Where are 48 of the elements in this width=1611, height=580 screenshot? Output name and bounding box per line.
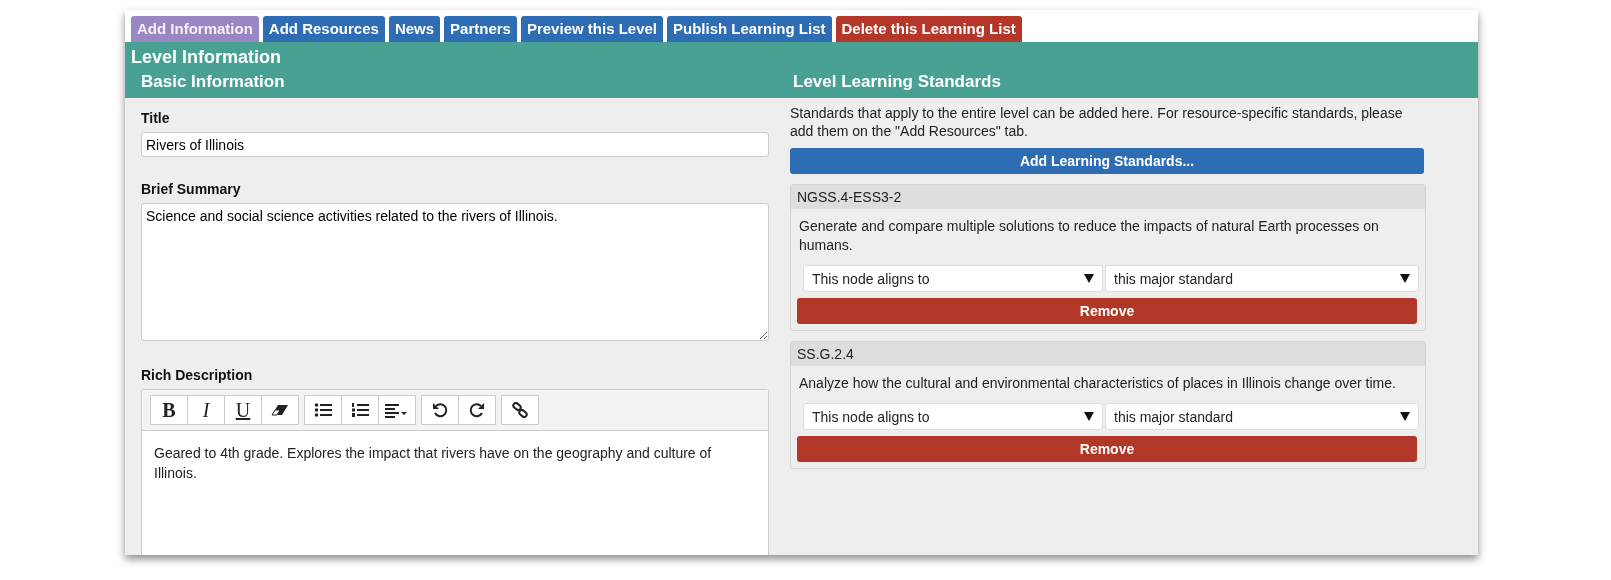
tab[interactable]: News (388, 16, 441, 42)
bullet-list-icon (314, 402, 332, 418)
tab[interactable]: Delete this Learning List (835, 16, 1022, 42)
redo-button[interactable] (458, 395, 496, 425)
redo-icon (468, 402, 486, 418)
field-label: Title (141, 110, 171, 126)
standard-description: Generate and compare multiple solutions to reduce the impacts of natural Earth processes on humans. (798, 217, 1380, 255)
panel-title: Level Information (130, 46, 283, 69)
scope-dropdown[interactable]: this major standard (1105, 403, 1419, 430)
caret-icon (1084, 274, 1094, 283)
standard-description: Analyze how the cultural and environmental characteristics of places in Illinois change over time. (798, 374, 1397, 393)
standard-code: NGSS.4-ESS3-2 (791, 185, 1425, 209)
section-heading: Level Learning Standards (792, 72, 1002, 92)
caret-icon (1400, 412, 1410, 421)
italic-button[interactable]: I (187, 395, 225, 425)
tab[interactable]: Partners (444, 16, 517, 42)
undo-button[interactable] (421, 395, 459, 425)
tab[interactable]: Add Resources (262, 16, 385, 42)
field-label: Rich Description (141, 367, 254, 383)
standards-intro: Standards that apply to the entire level can be added here. For resource-specific standards, please add them on the "Add Resources" tab. (790, 104, 1404, 140)
field-label: Brief Summary (141, 181, 242, 197)
bold-button[interactable]: B (150, 395, 188, 425)
remove-button[interactable]: Remove (797, 436, 1417, 462)
caret-icon (1400, 274, 1410, 283)
tab[interactable]: Publish Learning List (667, 16, 832, 42)
summary-field[interactable]: Science and social science activities related to the rivers of Illinois. (141, 203, 769, 341)
editor-text[interactable]: Geared to 4th grade. Explores the impact that rivers have on the geography and culture of Illinois. (142, 431, 768, 555)
standard-code: SS.G.2.4 (791, 342, 1425, 366)
bullets-button[interactable] (304, 395, 342, 425)
section-heading: Basic Information (140, 72, 286, 92)
title-field[interactable]: Rivers of Illinois (141, 132, 769, 157)
undo-icon (431, 402, 449, 418)
caret-icon (1084, 412, 1094, 421)
remove-button[interactable]: Remove (797, 298, 1417, 324)
add-standards-button[interactable]: Add Learning Standards... (790, 148, 1424, 174)
alignment-dropdown[interactable]: This node aligns to (803, 403, 1103, 430)
eraser-icon (271, 402, 289, 418)
tab[interactable]: Preview this Level (520, 16, 663, 42)
link-icon (511, 402, 529, 418)
numbers-button[interactable] (341, 395, 379, 425)
scope-dropdown[interactable]: this major standard (1105, 265, 1419, 292)
underline-button[interactable]: U (224, 395, 262, 425)
eraser-button[interactable] (261, 395, 299, 425)
align-button[interactable] (378, 395, 416, 425)
align-dropdown-icon (385, 402, 409, 418)
link-button[interactable] (501, 395, 539, 425)
alignment-dropdown[interactable]: This node aligns to (803, 265, 1103, 292)
numbered-list-icon (351, 402, 369, 418)
